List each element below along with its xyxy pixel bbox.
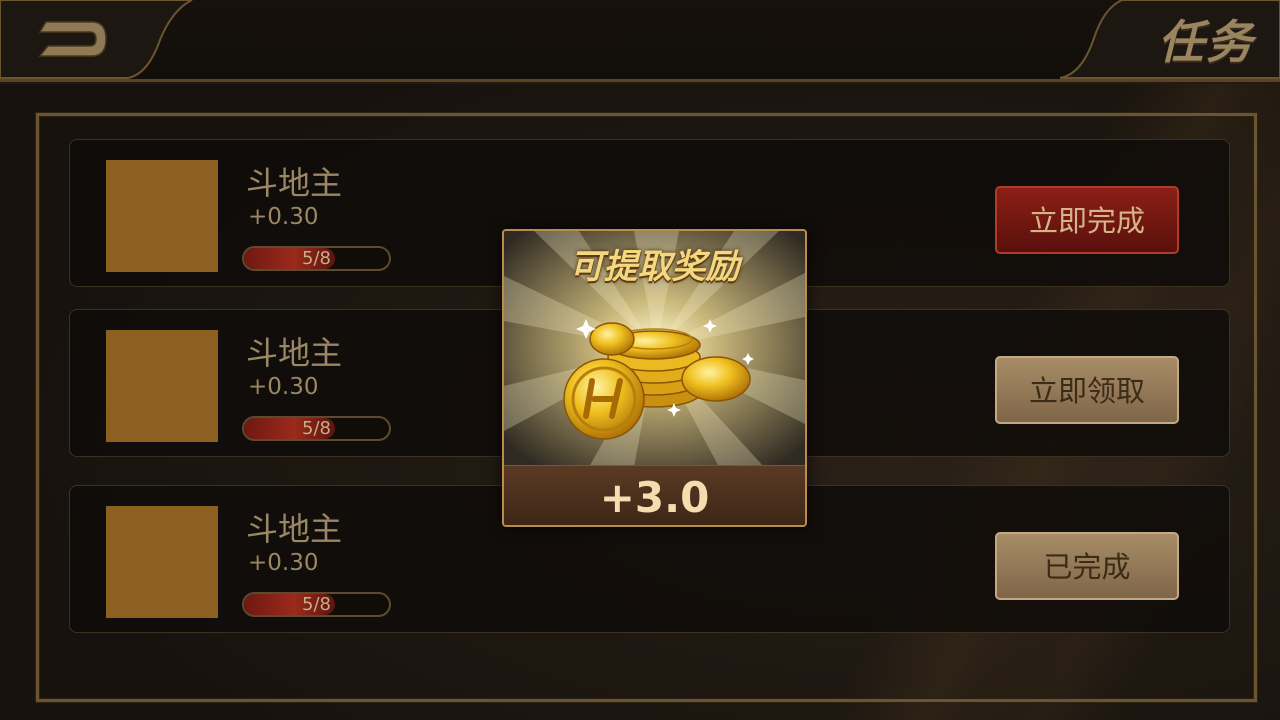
- back-arrow-icon[interactable]: [36, 16, 112, 62]
- progress-text: 5/8: [302, 248, 331, 269]
- task-thumbnail: [106, 330, 218, 442]
- task-progress-bar: 5/8: [242, 416, 391, 441]
- complete-now-button[interactable]: 立即完成: [995, 186, 1179, 254]
- popup-amount: +3.0: [599, 473, 710, 522]
- task-progress-bar: 5/8: [242, 246, 391, 271]
- task-thumbnail: [106, 160, 218, 272]
- reward-popup[interactable]: 可提取奖励 +3.0: [502, 229, 807, 527]
- completed-button[interactable]: 已完成: [995, 532, 1179, 600]
- task-reward: +0.30: [248, 374, 319, 400]
- progress-text: 5/8: [302, 594, 331, 615]
- top-bar: 任务: [0, 0, 1280, 82]
- task-name: 斗地主: [246, 164, 343, 202]
- claim-now-button[interactable]: 立即领取: [995, 356, 1179, 424]
- page-title: 任务: [1158, 15, 1254, 69]
- task-reward: +0.30: [248, 204, 319, 230]
- task-thumbnail: [106, 506, 218, 618]
- task-name: 斗地主: [246, 510, 343, 548]
- task-reward: +0.30: [248, 550, 319, 576]
- popup-title: 可提取奖励: [569, 247, 740, 287]
- progress-text: 5/8: [302, 418, 331, 439]
- task-progress-bar: 5/8: [242, 592, 391, 617]
- task-name: 斗地主: [246, 334, 343, 372]
- popup-amount-bar: +3.0: [504, 465, 805, 525]
